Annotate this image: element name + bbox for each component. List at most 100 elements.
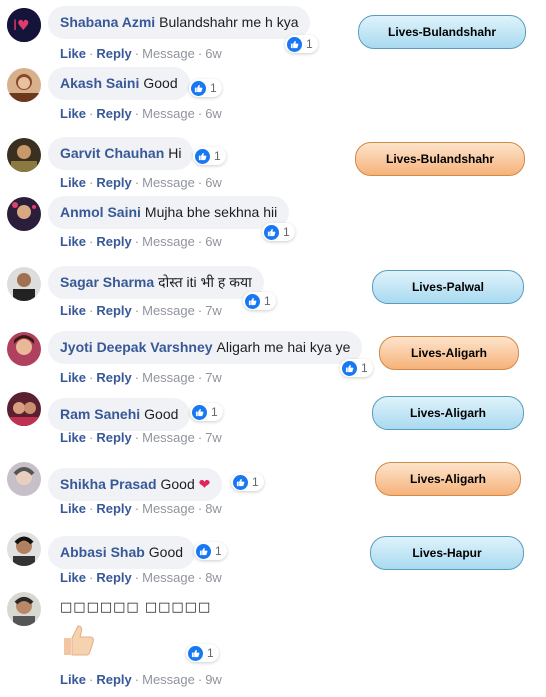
message-link[interactable]: Message: [142, 370, 195, 385]
reaction-count[interactable]: 1: [186, 644, 219, 662]
separator: ·: [134, 234, 140, 249]
like-link[interactable]: Like: [60, 46, 86, 61]
separator: ·: [134, 175, 140, 190]
separator: ·: [89, 175, 94, 190]
avatar[interactable]: I♥: [7, 8, 41, 42]
comment-text: □□□□□□ □□□□□: [60, 600, 212, 615]
like-link[interactable]: Like: [60, 570, 86, 585]
like-link[interactable]: Like: [60, 430, 86, 445]
reaction-count[interactable]: 1: [193, 147, 226, 165]
like-icon: [287, 36, 302, 52]
separator: ·: [197, 672, 203, 687]
reply-link[interactable]: Reply: [96, 234, 131, 249]
separator: ·: [134, 106, 140, 121]
avatar[interactable]: [7, 532, 41, 566]
comment-author[interactable]: Jyoti Deepak Varshney: [60, 339, 213, 355]
comment-author[interactable]: Anmol Saini: [60, 204, 141, 220]
comment-author[interactable]: Garvit Chauhan: [60, 145, 164, 161]
reply-link[interactable]: Reply: [96, 106, 131, 121]
reply-link[interactable]: Reply: [96, 46, 131, 61]
avatar[interactable]: [7, 138, 41, 172]
reaction-count[interactable]: 1: [340, 359, 373, 377]
comment-age[interactable]: 6w: [205, 46, 222, 61]
comment-age[interactable]: 9w: [205, 672, 222, 687]
message-link[interactable]: Message: [142, 501, 195, 516]
comment-actions: Like · Reply · Message · 6w: [60, 106, 222, 121]
reaction-count[interactable]: 1: [262, 223, 295, 241]
message-link[interactable]: Message: [142, 175, 195, 190]
separator: ·: [89, 430, 94, 445]
comment-actions: Like · Reply · Message · 6w: [60, 175, 222, 190]
location-tag-label: Lives-Palwal: [411, 280, 485, 294]
comment-bubble: Shabana Azmi Bulandshahr me h kya: [48, 6, 311, 39]
reaction-count[interactable]: 1: [194, 542, 227, 560]
reaction-number: 1: [215, 544, 222, 558]
like-icon: [195, 148, 210, 164]
reply-link[interactable]: Reply: [96, 570, 131, 585]
comment-author[interactable]: Sagar Sharma: [60, 274, 154, 290]
comment-age[interactable]: 7w: [205, 370, 222, 385]
comment-actions: Like · Reply · Message · 7w: [60, 430, 222, 445]
comment-bubble: Abbasi Shab Good: [48, 536, 196, 569]
avatar[interactable]: [7, 392, 41, 426]
comment-age[interactable]: 6w: [205, 106, 222, 121]
separator: ·: [89, 570, 94, 585]
separator: ·: [197, 46, 203, 61]
like-icon: [196, 543, 211, 559]
reaction-number: 1: [210, 81, 217, 95]
like-link[interactable]: Like: [60, 672, 86, 687]
reply-link[interactable]: Reply: [96, 303, 131, 318]
like-link[interactable]: Like: [60, 106, 86, 121]
comment-bubble: Anmol Saini Mujha bhe sekhna hii: [48, 196, 290, 229]
reaction-count[interactable]: 1: [190, 403, 223, 421]
comment-age[interactable]: 7w: [205, 303, 222, 318]
message-link[interactable]: Message: [142, 234, 195, 249]
avatar[interactable]: [7, 197, 41, 231]
message-link[interactable]: Message: [142, 106, 195, 121]
like-link[interactable]: Like: [60, 303, 86, 318]
reaction-count[interactable]: 1: [231, 473, 264, 491]
like-link[interactable]: Like: [60, 501, 86, 516]
comment-age[interactable]: 8w: [205, 501, 222, 516]
avatar[interactable]: [7, 267, 41, 301]
comment-author[interactable]: Abbasi Shab: [60, 544, 145, 560]
separator: ·: [89, 106, 94, 121]
comment-actions: Like · Reply · Message · 8w: [60, 570, 222, 585]
like-link[interactable]: Like: [60, 370, 86, 385]
message-link[interactable]: Message: [142, 672, 195, 687]
svg-text:I♥: I♥: [13, 18, 30, 34]
comment-age[interactable]: 7w: [205, 430, 222, 445]
like-link[interactable]: Like: [60, 175, 86, 190]
comment-age[interactable]: 8w: [205, 570, 222, 585]
avatar[interactable]: [7, 462, 41, 496]
comment-author[interactable]: Shikha Prasad: [60, 476, 157, 492]
reaction-count[interactable]: 1: [189, 79, 222, 97]
separator: ·: [197, 106, 203, 121]
comment-text: दोस्त iti भी ह कया: [158, 274, 252, 290]
comment-author[interactable]: Ram Sanehi: [60, 406, 140, 422]
separator: ·: [197, 234, 203, 249]
comment-author[interactable]: Shabana Azmi: [60, 14, 155, 30]
comment-age[interactable]: 6w: [205, 234, 222, 249]
reply-link[interactable]: Reply: [96, 672, 131, 687]
separator: ·: [134, 501, 140, 516]
message-link[interactable]: Message: [142, 430, 195, 445]
reaction-count[interactable]: 1: [243, 292, 276, 310]
message-link[interactable]: Message: [142, 570, 195, 585]
reply-link[interactable]: Reply: [96, 430, 131, 445]
reply-link[interactable]: Reply: [96, 175, 131, 190]
comment-age[interactable]: 6w: [205, 175, 222, 190]
location-tag: Lives-Aligarh: [372, 396, 524, 430]
like-icon: [233, 474, 248, 490]
message-link[interactable]: Message: [142, 303, 195, 318]
message-link[interactable]: Message: [142, 46, 195, 61]
comment-author[interactable]: Akash Saini: [60, 75, 139, 91]
avatar[interactable]: [7, 68, 41, 102]
reaction-number: 1: [306, 37, 313, 51]
like-link[interactable]: Like: [60, 234, 86, 249]
avatar[interactable]: [7, 332, 41, 366]
avatar[interactable]: [7, 592, 41, 626]
reply-link[interactable]: Reply: [96, 370, 131, 385]
reply-link[interactable]: Reply: [96, 501, 131, 516]
reaction-count[interactable]: 1: [285, 35, 318, 53]
